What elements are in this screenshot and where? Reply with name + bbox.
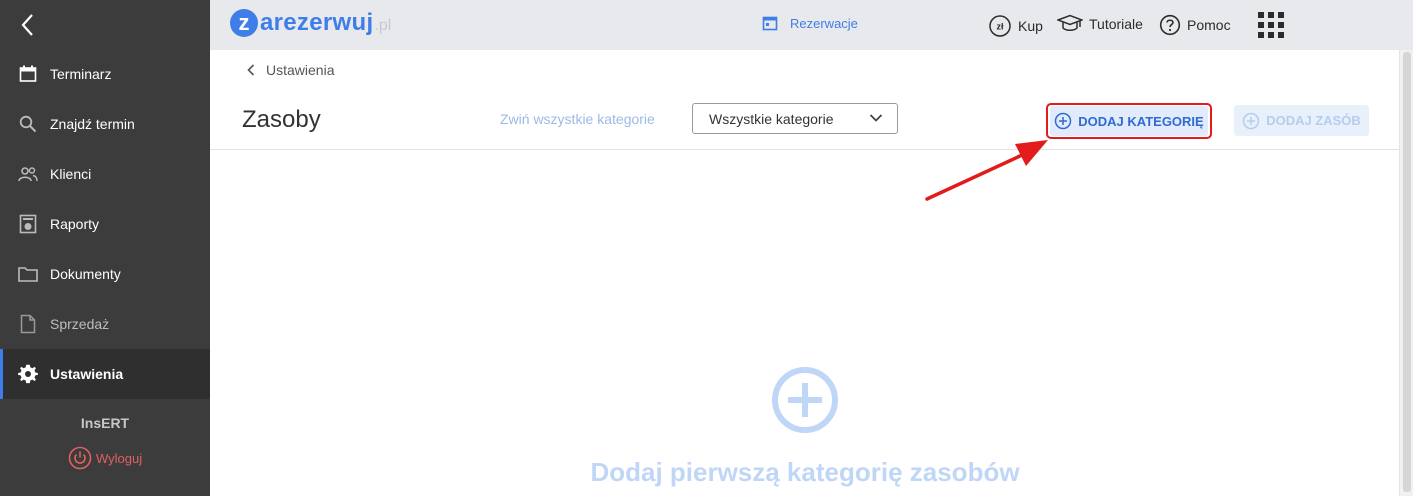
add-category-button[interactable]: DODAJ KATEGORIĘ [1050, 106, 1208, 136]
add-category-label: DODAJ KATEGORIĘ [1078, 113, 1204, 129]
currency-icon-text: zł [996, 22, 1004, 32]
sidebar-item-label: Dokumenty [50, 266, 121, 282]
help-button[interactable]: Pomoc [1159, 14, 1231, 36]
collapse-sidebar-button[interactable] [18, 12, 38, 38]
chevron-left-icon [247, 64, 255, 76]
chevron-down-icon [869, 114, 883, 122]
sidebar-item-find-slot[interactable]: Znajdź termin [0, 99, 210, 149]
add-resource-label: DODAJ ZASÓB [1266, 113, 1361, 128]
sidebar-item-label: Ustawienia [50, 366, 124, 382]
logout-button[interactable]: Wyloguj [68, 446, 142, 470]
sidebar-item-reports[interactable]: Raporty [0, 199, 210, 249]
logo[interactable]: z arezerwuj .pl [230, 9, 391, 37]
calendar-icon [762, 16, 778, 31]
page-title: Zasoby [242, 106, 321, 133]
sidebar-item-terminarz[interactable]: Terminarz [0, 49, 210, 99]
sidebar-item-settings[interactable]: Ustawienia [0, 349, 210, 399]
calendar-icon [18, 64, 38, 84]
organization-name: InsERT [80, 415, 130, 431]
scrollbar[interactable] [1399, 50, 1413, 496]
sidebar-item-clients[interactable]: Klienci [0, 149, 210, 199]
annotation-arrow-icon [925, 140, 1048, 201]
header-divider [210, 149, 1399, 150]
scrollbar-thumb[interactable] [1403, 52, 1411, 492]
add-circle-icon[interactable] [770, 365, 840, 435]
nav-reservations[interactable]: Rezerwacje [762, 15, 858, 31]
chevron-left-icon [21, 14, 33, 36]
report-icon [18, 214, 38, 234]
sidebar-item-sales[interactable]: Sprzedaż [0, 299, 210, 349]
category-select[interactable]: Wszystkie kategorie [692, 103, 898, 134]
sidebar-item-label: Terminarz [50, 66, 112, 82]
logo-word: arezerwuj [260, 9, 374, 36]
currency-icon: zł [988, 14, 1012, 38]
tutorials-button[interactable]: Tutoriale [1057, 14, 1143, 34]
tutorials-label: Tutoriale [1089, 16, 1143, 32]
category-select-value: Wszystkie kategorie [709, 110, 834, 127]
breadcrumb[interactable]: Ustawienia [244, 62, 334, 78]
people-icon [18, 164, 38, 184]
nav-reservations-label: Rezerwacje [790, 15, 858, 31]
top-bar: z arezerwuj .pl Rezerwacje zł Kup Tutori… [210, 0, 1413, 50]
help-icon [1159, 14, 1181, 36]
search-icon [18, 114, 38, 134]
sidebar-item-label: Klienci [50, 166, 92, 182]
add-resource-button[interactable]: DODAJ ZASÓB [1234, 105, 1369, 136]
plus-circle-icon [1055, 112, 1072, 130]
logo-tld: .pl [374, 17, 392, 34]
collapse-all-link[interactable]: Zwiń wszystkie kategorie [500, 111, 655, 127]
buy-label: Kup [1018, 18, 1043, 34]
power-icon [68, 446, 92, 470]
sidebar-item-label: Znajdź termin [50, 116, 135, 132]
graduation-cap-icon [1057, 14, 1083, 34]
logo-mark: z [230, 9, 258, 37]
sidebar: Terminarz Znajdź termin Klienci Raporty … [0, 0, 210, 496]
sidebar-item-documents[interactable]: Dokumenty [0, 249, 210, 299]
breadcrumb-label: Ustawienia [266, 62, 335, 78]
empty-state-text: Dodaj pierwszą kategorię zasobów [590, 457, 1020, 487]
plus-circle-icon [1242, 112, 1260, 129]
help-label: Pomoc [1187, 17, 1231, 33]
sidebar-item-label: Raporty [50, 216, 100, 232]
document-icon [18, 314, 38, 334]
buy-button[interactable]: zł Kup [988, 14, 1043, 38]
gear-icon [18, 364, 38, 384]
folder-icon [18, 264, 38, 284]
sidebar-item-label: Sprzedaż [50, 316, 110, 332]
apps-grid-icon[interactable] [1258, 12, 1284, 38]
logout-label: Wyloguj [96, 450, 143, 466]
